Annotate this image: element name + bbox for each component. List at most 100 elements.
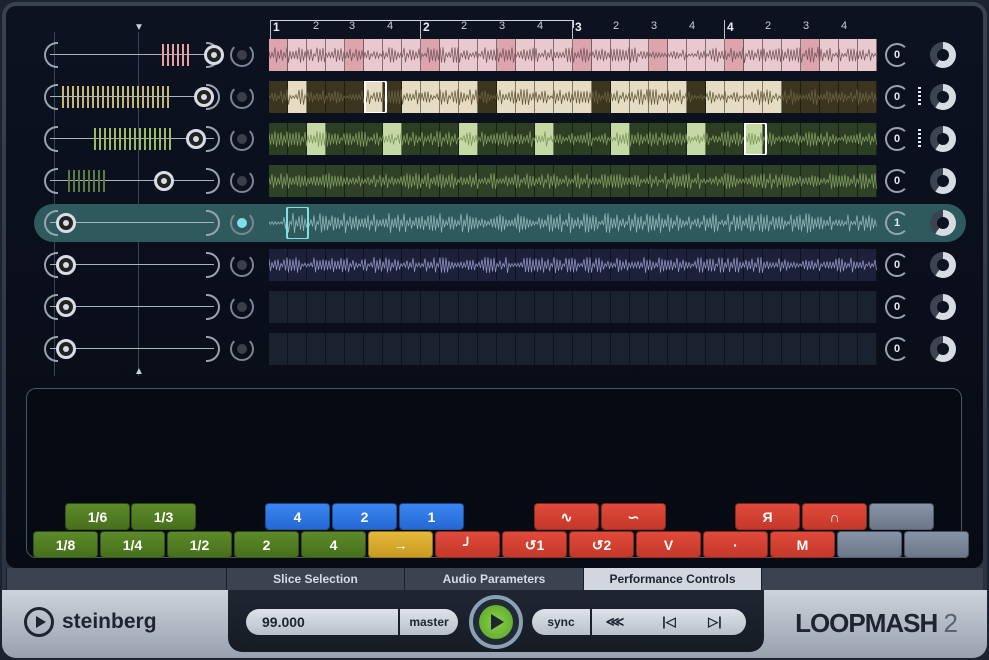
- slice-cell[interactable]: [345, 291, 364, 323]
- performance-button[interactable]: ∿: [534, 503, 599, 530]
- slice-cell[interactable]: [763, 291, 782, 323]
- slice-cell[interactable]: [269, 333, 288, 365]
- slider-knob[interactable]: [194, 87, 214, 107]
- performance-button[interactable]: Я: [735, 503, 800, 530]
- track-row[interactable]: 1: [34, 204, 966, 242]
- track-row[interactable]: 0: [34, 120, 966, 158]
- track-offset-knob[interactable]: 0: [885, 169, 909, 193]
- track-row[interactable]: 0: [34, 162, 966, 200]
- slice-cell[interactable]: [535, 333, 554, 365]
- track-slice-lane[interactable]: [269, 39, 877, 71]
- track-similarity-slider[interactable]: [44, 168, 220, 194]
- track-row[interactable]: 0: [34, 36, 966, 74]
- track-volume-knob[interactable]: [230, 253, 254, 277]
- performance-button[interactable]: →: [368, 531, 433, 558]
- track-offset-knob[interactable]: 0: [885, 337, 909, 361]
- performance-button[interactable]: [904, 531, 969, 558]
- slider-knob[interactable]: [154, 171, 174, 191]
- slider-knob[interactable]: [204, 45, 224, 65]
- slice-cell[interactable]: [478, 291, 497, 323]
- track-similarity-slider[interactable]: [44, 84, 220, 110]
- slice-cell[interactable]: [288, 291, 307, 323]
- performance-button[interactable]: [837, 531, 902, 558]
- slice-cell[interactable]: [440, 291, 459, 323]
- slice-cell[interactable]: [630, 291, 649, 323]
- slice-cell[interactable]: [649, 291, 668, 323]
- track-volume-knob[interactable]: [230, 337, 254, 361]
- track-gain-dial[interactable]: [930, 336, 956, 362]
- slice-cell[interactable]: [516, 291, 535, 323]
- track-gain-dial[interactable]: [930, 168, 956, 194]
- track-offset-knob[interactable]: 0: [885, 253, 909, 277]
- slice-cell[interactable]: [326, 291, 345, 323]
- rewind-icon[interactable]: ⋘: [600, 609, 630, 635]
- performance-button[interactable]: ↺1: [502, 531, 567, 558]
- performance-button[interactable]: 2: [234, 531, 299, 558]
- track-volume-knob[interactable]: [230, 211, 254, 235]
- slice-cell[interactable]: [421, 333, 440, 365]
- track-similarity-slider[interactable]: [44, 252, 220, 278]
- performance-button[interactable]: 1/3: [131, 503, 196, 530]
- slice-cell[interactable]: [839, 291, 858, 323]
- slice-cell[interactable]: [858, 333, 877, 365]
- slice-cell[interactable]: [421, 291, 440, 323]
- slice-cell[interactable]: [630, 333, 649, 365]
- track-gain-dial[interactable]: [930, 126, 956, 152]
- track-offset-knob[interactable]: 0: [885, 127, 909, 151]
- slice-cell[interactable]: [801, 291, 820, 323]
- slice-cell[interactable]: [402, 291, 421, 323]
- slice-cell[interactable]: [782, 333, 801, 365]
- slice-cell[interactable]: [383, 333, 402, 365]
- track-slice-lane[interactable]: [269, 291, 877, 323]
- slice-cell[interactable]: [706, 333, 725, 365]
- track-slice-lane[interactable]: [269, 333, 877, 365]
- previous-icon[interactable]: |◁: [654, 609, 684, 635]
- slice-cell[interactable]: [820, 333, 839, 365]
- slider-knob[interactable]: [56, 297, 76, 317]
- slice-cell[interactable]: [611, 291, 630, 323]
- play-button[interactable]: [469, 595, 523, 649]
- slice-cell[interactable]: [402, 333, 421, 365]
- slider-knob[interactable]: [56, 339, 76, 359]
- slider-knob[interactable]: [186, 129, 206, 149]
- track-row[interactable]: 0: [34, 246, 966, 284]
- track-similarity-slider[interactable]: [44, 336, 220, 362]
- slice-cell[interactable]: [554, 333, 573, 365]
- slice-cell[interactable]: [478, 333, 497, 365]
- track-offset-knob[interactable]: 0: [885, 43, 909, 67]
- scroll-up-arrow[interactable]: ▼: [134, 22, 144, 33]
- track-slice-lane[interactable]: [269, 81, 877, 113]
- tab-slice-selection[interactable]: Slice Selection: [226, 568, 404, 590]
- performance-button[interactable]: 4: [265, 503, 330, 530]
- slice-cell[interactable]: [459, 291, 478, 323]
- performance-button[interactable]: 2: [332, 503, 397, 530]
- tempo-field[interactable]: 99.000: [246, 609, 398, 635]
- slice-cell[interactable]: [668, 333, 687, 365]
- slice-cell[interactable]: [782, 291, 801, 323]
- slice-cell[interactable]: [288, 333, 307, 365]
- slice-cell[interactable]: [592, 333, 611, 365]
- slice-cell[interactable]: [820, 291, 839, 323]
- performance-button[interactable]: ∽: [601, 503, 666, 530]
- slice-cell[interactable]: [725, 291, 744, 323]
- track-volume-knob[interactable]: [230, 295, 254, 319]
- performance-button[interactable]: 1/2: [167, 531, 232, 558]
- slice-cell[interactable]: [364, 291, 383, 323]
- track-row[interactable]: 0: [34, 78, 966, 116]
- track-offset-knob[interactable]: 0: [885, 295, 909, 319]
- slice-cell[interactable]: [725, 333, 744, 365]
- performance-button[interactable]: V: [636, 531, 701, 558]
- slice-cell[interactable]: [801, 333, 820, 365]
- track-gain-dial[interactable]: [930, 42, 956, 68]
- performance-button[interactable]: ·: [703, 531, 768, 558]
- slider-knob[interactable]: [56, 213, 76, 233]
- slice-cell[interactable]: [611, 333, 630, 365]
- performance-button[interactable]: 4: [301, 531, 366, 558]
- slice-cell[interactable]: [307, 291, 326, 323]
- track-row[interactable]: 0: [34, 288, 966, 326]
- master-button[interactable]: master: [400, 609, 458, 635]
- sync-button[interactable]: sync: [532, 609, 590, 635]
- performance-button[interactable]: ╯: [435, 531, 500, 558]
- slice-cell[interactable]: [554, 291, 573, 323]
- track-gain-dial[interactable]: [930, 84, 956, 110]
